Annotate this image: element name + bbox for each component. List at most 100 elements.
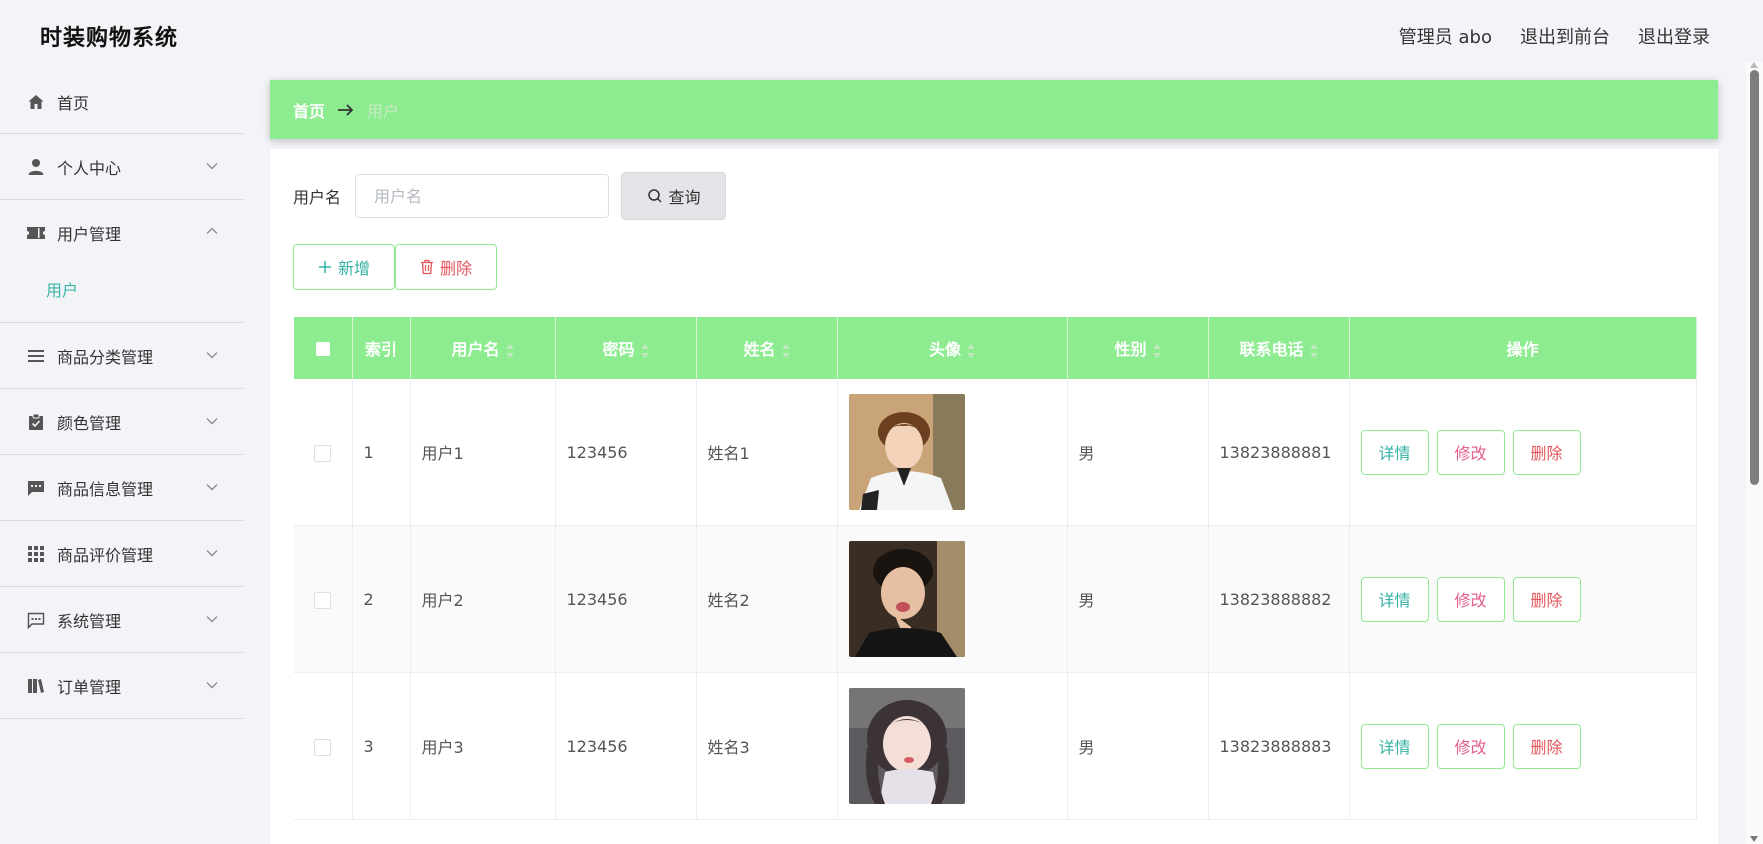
sidebar-subitem-users[interactable]: 用户: [46, 277, 78, 301]
add-button-label: 新增: [337, 259, 370, 278]
avatar-image[interactable]: [848, 688, 965, 804]
chevron-down-icon: [206, 483, 218, 491]
sidebar-item-personal-center[interactable]: 个人中心: [0, 134, 243, 200]
header-operations: 操作: [1349, 317, 1697, 379]
cell-password: 123456: [555, 379, 697, 526]
cell-operations: 详情 修改 删除: [1349, 672, 1697, 820]
scroll-down-arrow-icon[interactable]: [1750, 836, 1758, 842]
detail-button[interactable]: 详情: [1360, 429, 1429, 475]
avatar-image[interactable]: [848, 541, 965, 657]
app-title: 时装购物系统: [40, 26, 179, 51]
cell-phone: 13823888883: [1208, 672, 1350, 820]
avatar-image[interactable]: [848, 394, 965, 510]
row-checkbox[interactable]: [314, 591, 332, 609]
header-username[interactable]: 用户名: [410, 317, 556, 379]
header-index: 索引: [352, 317, 411, 379]
row-select-cell: [294, 379, 353, 526]
header-name[interactable]: 姓名: [696, 317, 838, 379]
header-phone[interactable]: 联系电话: [1208, 317, 1350, 379]
page-scrollbar[interactable]: [1746, 62, 1763, 844]
sidebar-item-label: 订单管理: [57, 677, 122, 697]
header-password[interactable]: 密码: [555, 317, 697, 379]
scroll-up-arrow-icon[interactable]: [1750, 62, 1758, 68]
edit-button[interactable]: 修改: [1436, 429, 1505, 475]
sort-icon[interactable]: [781, 343, 790, 358]
cell-gender: 男: [1067, 525, 1209, 673]
row-checkbox[interactable]: [314, 738, 332, 756]
cell-phone: 13823888881: [1208, 379, 1350, 526]
chevron-down-icon: [206, 681, 218, 689]
edit-button[interactable]: 修改: [1436, 723, 1505, 769]
cell-password: 123456: [555, 525, 697, 673]
header-gender[interactable]: 性别: [1067, 317, 1209, 379]
detail-button[interactable]: 详情: [1360, 723, 1429, 769]
sidebar-item-system-management[interactable]: 系统管理: [0, 587, 243, 653]
sort-icon[interactable]: [640, 343, 649, 358]
cell-name: 姓名2: [696, 525, 838, 673]
chevron-down-icon: [206, 549, 218, 557]
table-row: 1 用户1 123456 姓名1 男 13823888881 详情 修改 删除: [294, 379, 1697, 526]
header-avatar[interactable]: 头像: [837, 317, 1068, 379]
sidebar-item-label: 颜色管理: [57, 413, 122, 433]
book-icon: [26, 676, 46, 696]
sort-icon[interactable]: [505, 343, 514, 358]
cell-password: 123456: [555, 672, 697, 820]
cell-gender: 男: [1067, 379, 1209, 526]
cell-index: 1: [352, 379, 411, 526]
cell-username: 用户3: [410, 672, 556, 820]
sidebar-item-label: 用户管理: [57, 224, 122, 244]
table-row: 2 用户2 123456 姓名2 男 13823888882 详情 修改 删除: [294, 525, 1697, 673]
add-button[interactable]: 新增: [293, 244, 395, 290]
delete-button[interactable]: 删除: [1512, 723, 1581, 769]
username-search-input[interactable]: [355, 174, 610, 218]
cell-index: 3: [352, 672, 411, 820]
plus-icon: [318, 261, 331, 273]
select-all-checkbox[interactable]: [315, 342, 330, 356]
user-table: 索引 用户名 密码 姓名 头像 性别 联系电话 操作 1 用户1 123456 …: [294, 317, 1697, 820]
header-select-all[interactable]: [294, 317, 353, 379]
sidebar-item-order-management[interactable]: 订单管理: [0, 653, 243, 719]
search-form: 用户名 查询: [293, 172, 727, 220]
sidebar-item-label: 首页: [57, 93, 90, 113]
sort-icon[interactable]: [1152, 343, 1161, 358]
cell-index: 2: [352, 525, 411, 673]
sidebar-item-category-management[interactable]: 商品分类管理: [0, 323, 243, 389]
sidebar-item-label: 商品分类管理: [57, 347, 154, 367]
sort-icon[interactable]: [1309, 343, 1318, 358]
delete-button[interactable]: 删除: [1512, 576, 1581, 622]
top-bar: 时装购物系统 管理员 abo 退出到前台 退出登录: [0, 0, 1763, 70]
arrow-right-icon: [338, 103, 354, 116]
breadcrumb: 首页 用户: [270, 80, 1718, 139]
sidebar-item-label: 个人中心: [57, 158, 122, 178]
sidebar-item-user-management[interactable]: 用户管理: [0, 200, 243, 265]
action-buttons: 新增 删除: [293, 244, 497, 290]
back-to-front-link[interactable]: 退出到前台: [1520, 23, 1610, 49]
row-checkbox[interactable]: [314, 444, 332, 462]
chevron-down-icon: [206, 162, 218, 170]
sidebar-item-color-management[interactable]: 颜色管理: [0, 389, 243, 455]
sidebar-item-product-info[interactable]: 商品信息管理: [0, 455, 243, 521]
detail-button[interactable]: 详情: [1360, 576, 1429, 622]
row-select-cell: [294, 525, 353, 673]
sort-icon[interactable]: [967, 343, 975, 358]
breadcrumb-home[interactable]: 首页: [293, 98, 325, 122]
chevron-down-icon: [206, 615, 218, 623]
home-icon: [26, 92, 46, 112]
ticket-icon: [26, 223, 46, 243]
logout-link[interactable]: 退出登录: [1638, 23, 1710, 49]
delete-button[interactable]: 删除: [1512, 429, 1581, 475]
cell-avatar: [837, 525, 1068, 673]
search-button[interactable]: 查询: [621, 172, 727, 220]
sidebar-item-home[interactable]: 首页: [0, 70, 243, 134]
batch-delete-button[interactable]: 删除: [395, 244, 497, 290]
edit-button[interactable]: 修改: [1436, 576, 1505, 622]
cell-username: 用户2: [410, 525, 556, 673]
chevron-up-icon: [206, 227, 218, 234]
cell-phone: 13823888882: [1208, 525, 1350, 673]
sidebar-item-product-review[interactable]: 商品评价管理: [0, 521, 243, 587]
sidebar: 首页 个人中心 用户管理 用户 商品分类管理 颜色管理 商品信息管理 商品评价管…: [0, 70, 243, 844]
admin-user-link[interactable]: 管理员 abo: [1399, 23, 1492, 49]
submenu-user-management: 用户: [0, 265, 243, 323]
scrollbar-thumb[interactable]: [1750, 70, 1759, 485]
cell-operations: 详情 修改 删除: [1349, 525, 1697, 673]
